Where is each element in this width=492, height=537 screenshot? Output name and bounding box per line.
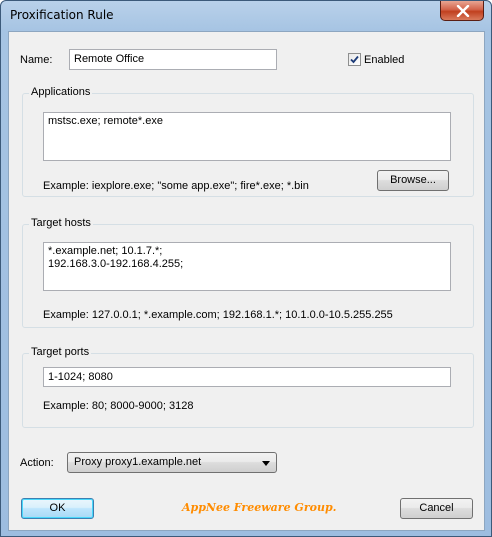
- watermark-text: AppNee Freeware Group.: [182, 501, 337, 514]
- close-button[interactable]: [440, 1, 484, 21]
- target-hosts-group-label: Target hosts: [29, 217, 93, 229]
- title-bar[interactable]: Proxification Rule: [1, 1, 491, 31]
- cancel-button[interactable]: Cancel: [400, 498, 473, 519]
- applications-input[interactable]: mstsc.exe; remote*.exe: [43, 112, 451, 161]
- target-ports-example: Example: 80; 8000-9000; 3128: [43, 400, 194, 412]
- target-ports-group: Target ports: [22, 346, 474, 428]
- chevron-down-icon: [262, 461, 270, 466]
- target-hosts-example: Example: 127.0.0.1; *.example.com; 192.1…: [43, 309, 393, 321]
- enabled-checkbox[interactable]: [348, 53, 361, 66]
- dialog-client-area: Name: Remote Office Enabled Applications…: [8, 31, 485, 531]
- name-label: Name:: [20, 54, 53, 66]
- browse-button[interactable]: Browse...: [377, 170, 449, 191]
- target-ports-input[interactable]: 1-1024; 8080: [43, 367, 451, 387]
- applications-example: Example: iexplore.exe; "some app.exe"; f…: [43, 180, 309, 192]
- checkmark-icon: [350, 55, 359, 64]
- action-label: Action:: [20, 457, 54, 469]
- proxification-rule-window: Proxification Rule Name: Remote Office E…: [0, 0, 492, 537]
- close-icon: [456, 5, 470, 17]
- applications-group-label: Applications: [29, 86, 93, 98]
- enabled-label: Enabled: [364, 54, 405, 66]
- ok-button[interactable]: OK: [21, 498, 94, 519]
- action-select[interactable]: Proxy proxy1.example.net: [67, 452, 277, 473]
- action-select-value: Proxy proxy1.example.net: [74, 456, 202, 468]
- name-input[interactable]: Remote Office: [69, 49, 277, 70]
- target-hosts-input[interactable]: *.example.net; 10.1.7.*; 192.168.3.0-192…: [43, 242, 451, 291]
- window-title: Proxification Rule: [10, 8, 114, 22]
- target-ports-group-label: Target ports: [29, 346, 92, 358]
